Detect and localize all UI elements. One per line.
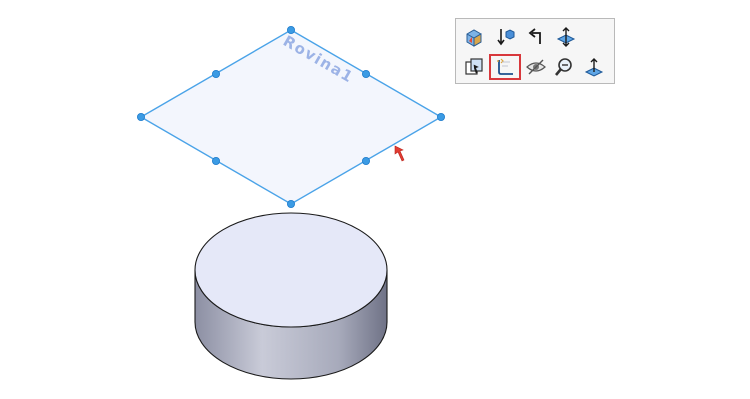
- plane-handle-left[interactable]: [136, 113, 145, 122]
- view-orientation-button[interactable]: [460, 24, 488, 50]
- plane-move-icon: [556, 27, 576, 47]
- plane-face[interactable]: [139, 29, 443, 205]
- context-toolbar: [455, 18, 615, 84]
- normal-to-button[interactable]: [492, 24, 520, 50]
- zoom-to-selection-button[interactable]: [550, 54, 578, 80]
- cylinder-body[interactable]: [194, 212, 388, 380]
- normal-plane-button[interactable]: [580, 54, 608, 80]
- plane-handle-upper-right[interactable]: [361, 70, 370, 79]
- sketch-icon: [497, 58, 513, 75]
- view-orientation-icon: [466, 29, 482, 47]
- graphics-viewport[interactable]: Rovina1: [0, 0, 750, 399]
- hide-icon: [526, 59, 546, 75]
- mouse-pointer-icon: [394, 145, 405, 162]
- reference-plane[interactable]: Rovina1: [136, 25, 445, 208]
- normal-plane-icon: [584, 58, 604, 77]
- cylinder-top-face[interactable]: [194, 212, 388, 328]
- previous-view-button[interactable]: [522, 24, 550, 50]
- sketch-button[interactable]: [489, 54, 521, 80]
- plane-handle-bottom[interactable]: [286, 199, 295, 208]
- plane-handle-right[interactable]: [436, 113, 445, 122]
- hide-button[interactable]: [522, 54, 550, 80]
- copy-entity-button[interactable]: [460, 54, 488, 80]
- plane-handle-top[interactable]: [286, 25, 295, 34]
- plane-handle-upper-left[interactable]: [211, 70, 220, 79]
- previous-view-icon: [528, 28, 541, 44]
- plane-move-button[interactable]: [552, 24, 580, 50]
- copy-entity-icon: [465, 58, 483, 75]
- normal-to-icon: [497, 29, 515, 46]
- zoom-to-selection-icon: [555, 58, 572, 76]
- plane-handle-lower-right[interactable]: [361, 156, 370, 165]
- plane-handle-lower-left[interactable]: [211, 156, 220, 165]
